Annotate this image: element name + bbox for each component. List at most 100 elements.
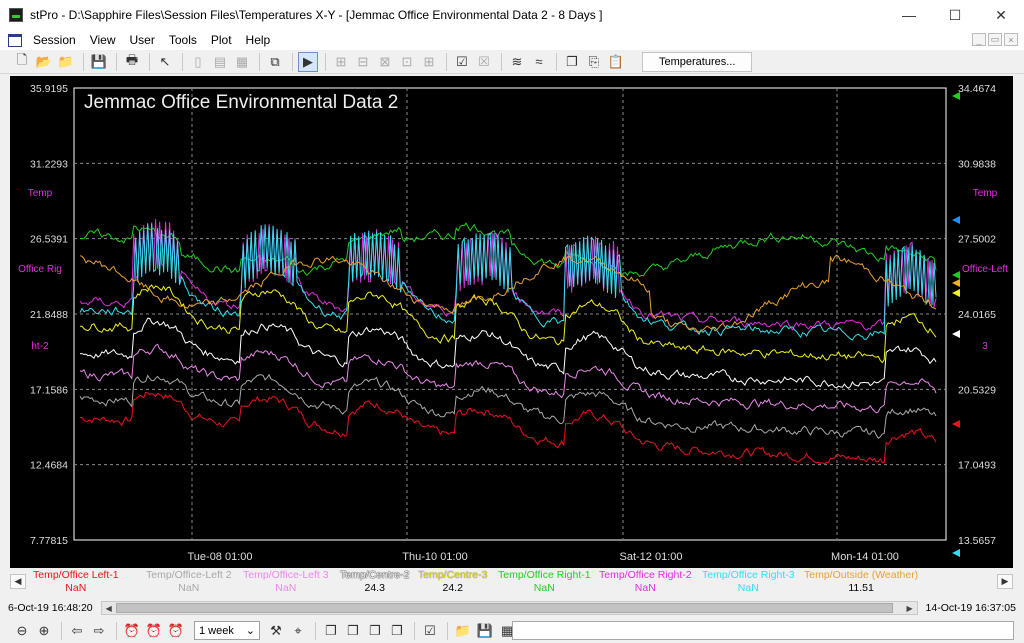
legend-value: NaN [533,582,555,594]
layout-grid-icon[interactable]: ▦ [232,52,252,72]
toolbar-separator [556,52,557,71]
toolbar-separator [501,52,502,71]
disk-icon[interactable]: 💾 [475,621,495,641]
main-toolbar: 🗋 📂 📁 💾 🖶 ↖ ▯ ▤ ▦ ⧉ ▶ ⊞ ⊟ ⊠ ⊡ ⊞ ☑ ☒ ≋ ≈ ❐ ⎘ 📋 Temperatures... [0,50,1024,74]
toolbar-separator [325,52,326,71]
back-icon[interactable]: ⇦ [67,621,87,641]
alarm-a-icon[interactable]: ⏰ [122,621,142,641]
legend-item[interactable]: Temp/Office-Left 3 NaN [243,569,329,595]
export-icon[interactable]: ⎘ [584,52,604,72]
legend-value: 24.2 [442,582,463,594]
legend-value: NaN [65,582,87,594]
legend-item[interactable]: Temp/Centre-3 24.2 [418,569,487,595]
period-select[interactable]: 1 week ⌄ [194,621,260,640]
menu-help[interactable]: Help [239,33,278,47]
toolbar-separator [447,621,448,640]
y-left-axis-label: Office Rig [18,264,62,275]
legend-label: Temp/Office Right-3 [702,569,795,581]
x-tick-label: Sat-12 01:00 [620,551,683,563]
print-icon[interactable]: 🖶 [122,52,142,72]
legend-value: NaN [275,582,297,594]
maximize-button[interactable]: ☐ [932,0,978,30]
chart[interactable]: Tue-08 01:00 Thu-10 01:00 Sat-12 01:00 Mon-… [10,76,1013,570]
legend-value: NaN [634,582,656,594]
run-icon[interactable]: ▶ [298,51,318,72]
pin-icon[interactable]: ⌖ [288,621,308,641]
legend-scroll-right-icon[interactable]: ▶ [997,574,1013,589]
minimize-button[interactable]: — [886,0,932,30]
check-icon[interactable]: ☑ [452,52,472,72]
legend: ◀ ▶ Temp/Office Left-1 NaN Temp/Office-Lef… [10,568,1013,598]
x-tick-label: Thu-10 01:00 [402,551,467,563]
mdi-minimize-button[interactable]: _ [972,33,986,46]
legend-item[interactable]: Temp/Office Right-1 NaN [498,569,591,595]
new-file-icon[interactable]: 🗋 [12,52,32,72]
toolbar-separator [446,52,447,71]
zoom-e-icon[interactable]: ⊞ [419,52,439,72]
layout-split-icon[interactable]: ▤ [210,52,230,72]
time-scroll-thumb[interactable] [115,603,894,613]
plot-area[interactable]: Tue-08 01:00 Thu-10 01:00 Sat-12 01:00 Mon-… [10,76,1013,570]
series-marker [952,420,960,428]
window-b-icon[interactable]: ❐ [343,621,363,641]
y-left-tick-label: 26.5391 [30,234,68,246]
tools-icon[interactable]: ⚒ [266,621,286,641]
mdi-close-button[interactable]: × [1004,33,1018,46]
zoom-b-icon[interactable]: ⊟ [353,52,373,72]
zoom-in-icon[interactable]: ⊕ [34,621,54,641]
x-tick-label: Tue-08 01:00 [187,551,252,563]
window-a-icon[interactable]: ❐ [321,621,341,641]
status-input[interactable] [512,621,1014,640]
menu-tools[interactable]: Tools [162,33,204,47]
y-right-tick-label: 27.5002 [958,234,996,246]
scroll-left-icon[interactable]: ◀ [102,602,116,614]
legend-item[interactable]: Temp/Office Left-1 NaN [33,569,119,595]
legend-item[interactable]: Temp/Office Right-3 NaN [702,569,795,595]
copy-icon[interactable]: ❐ [562,52,582,72]
mdi-restore-button[interactable]: ▭ [988,33,1002,46]
zoom-a-icon[interactable]: ⊞ [331,52,351,72]
close-button[interactable]: ✕ [978,0,1024,30]
y-left-tick-label: 7.77815 [30,535,68,547]
forward-icon[interactable]: ⇨ [89,621,109,641]
scroll-right-icon[interactable]: ▶ [903,602,917,614]
curve-icon[interactable]: ≋ [507,52,527,72]
y-left-tick-label: 21.8488 [30,309,68,321]
paste-icon[interactable]: 📋 [606,52,626,72]
legend-item[interactable]: Temp/Office Right-2 NaN [599,569,692,595]
new-window-icon[interactable]: ⧉ [265,52,285,72]
legend-label: Temp/Office Right-1 [498,569,591,581]
time-scrollbar[interactable]: ◀ ▶ [100,601,918,615]
menu-session[interactable]: Session [26,33,83,47]
document-icon[interactable] [8,33,22,47]
toolbar-separator [414,621,415,640]
legend-scroll-left-icon[interactable]: ◀ [10,574,26,589]
zoom-c-icon[interactable]: ⊠ [375,52,395,72]
check-edit-icon[interactable]: ☑ [420,621,440,641]
series-marker [952,271,960,279]
folder-icon[interactable]: 📁 [453,621,473,641]
window-d-icon[interactable]: ❐ [387,621,407,641]
wave-icon[interactable]: ≈ [529,52,549,72]
save-icon[interactable]: 💾 [89,52,109,72]
alarm-b-icon[interactable]: ⏰ [144,621,164,641]
alarm-c-icon[interactable]: ⏰ [166,621,186,641]
legend-item[interactable]: Temp/Centre-2 24.3 [340,569,409,595]
legend-item[interactable]: Temp/Office-Left 2 NaN [146,569,232,595]
menu-user[interactable]: User [123,33,162,47]
x-tick-label: Mon-14 01:00 [831,551,899,563]
window-c-icon[interactable]: ❐ [365,621,385,641]
menu-plot[interactable]: Plot [204,33,239,47]
check-multi-icon[interactable]: ☒ [474,52,494,72]
open-folder-icon[interactable]: 📂 [34,52,54,72]
help-pointer-icon[interactable]: ↖ [155,52,175,72]
toolbar-separator [315,621,316,640]
legend-item[interactable]: Temp/Outside (Weather) 11.51 [804,569,918,595]
temperatures-button[interactable]: Temperatures... [642,51,753,72]
open-file-icon[interactable]: 📁 [56,52,76,72]
layout-single-icon[interactable]: ▯ [188,52,208,72]
menu-view[interactable]: View [83,33,123,47]
zoom-d-icon[interactable]: ⊡ [397,52,417,72]
zoom-out-icon[interactable]: ⊖ [12,621,32,641]
toolbar-separator [292,52,293,71]
